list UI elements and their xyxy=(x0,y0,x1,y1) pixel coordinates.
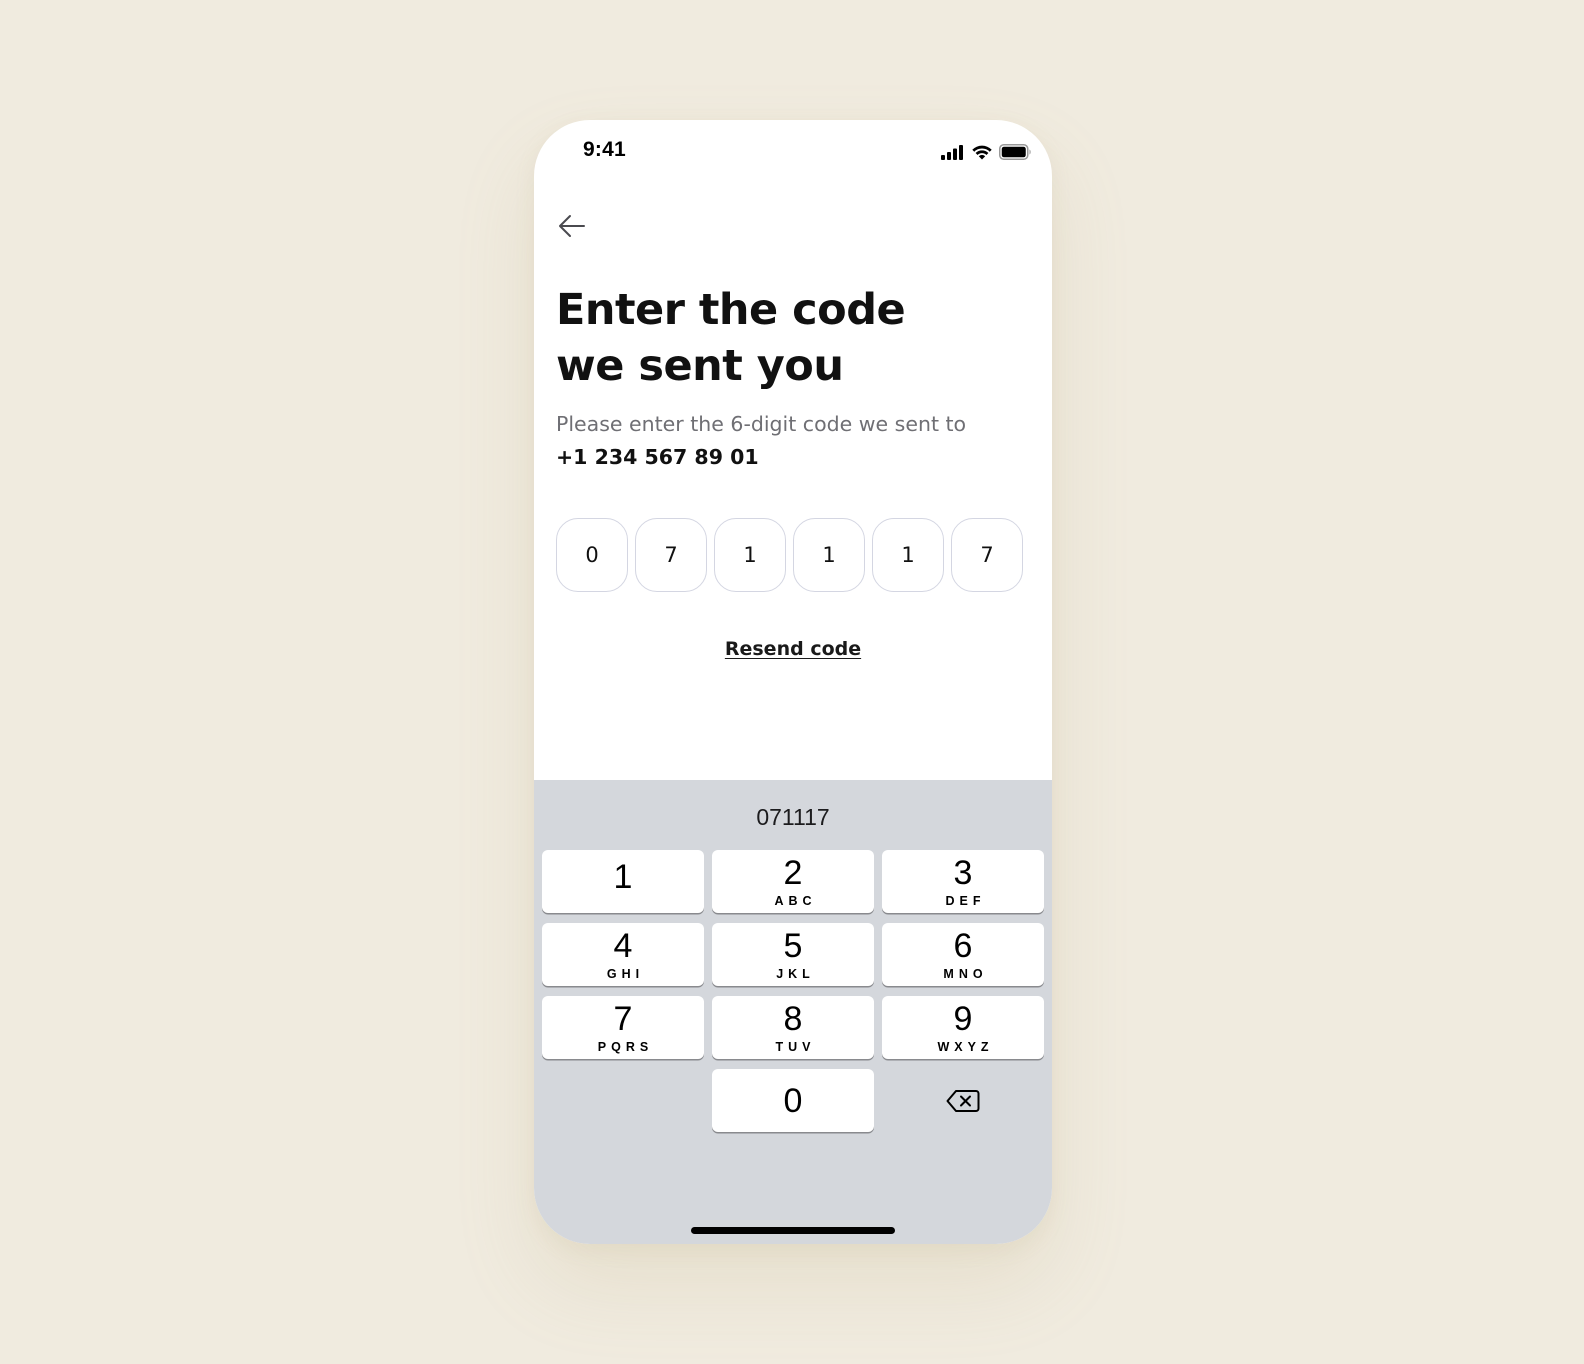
phone-number: +1 234 567 89 01 xyxy=(556,445,759,469)
key-4[interactable]: 4 GHI xyxy=(542,923,704,986)
status-time: 9:41 xyxy=(583,138,626,161)
delete-key[interactable] xyxy=(882,1069,1044,1132)
otp-digit-2[interactable]: 7 xyxy=(635,518,707,592)
arrow-left-icon xyxy=(559,215,585,237)
key-digit: 5 xyxy=(783,926,803,965)
key-digit: 8 xyxy=(783,999,803,1038)
page-title: Enter the code we sent you xyxy=(556,282,1016,394)
key-letters: MNO xyxy=(943,966,988,981)
numeric-keypad: 071117 1 2 ABC 3 DEF 4 GHI 5 JKL 6 MNO 7 xyxy=(534,780,1052,1244)
otp-digit-1[interactable]: 0 xyxy=(556,518,628,592)
key-digit: 6 xyxy=(953,926,973,965)
key-3[interactable]: 3 DEF xyxy=(882,850,1044,913)
page-title-line-2: we sent you xyxy=(556,341,844,391)
key-digit: 3 xyxy=(953,853,973,892)
key-9[interactable]: 9 WXYZ xyxy=(882,996,1044,1059)
otp-digit-5[interactable]: 1 xyxy=(872,518,944,592)
key-letters: JKL xyxy=(776,966,815,981)
backspace-icon xyxy=(946,1089,980,1112)
otp-input-group: 0 7 1 1 1 7 xyxy=(556,518,1023,592)
key-digit: 9 xyxy=(953,999,973,1038)
autofill-suggestion[interactable]: 071117 xyxy=(534,804,1052,831)
key-digit: 7 xyxy=(613,999,633,1038)
key-7[interactable]: 7 PQRS xyxy=(542,996,704,1059)
key-letters: PQRS xyxy=(597,1039,654,1054)
key-0[interactable]: 0 xyxy=(712,1069,874,1132)
key-1[interactable]: 1 xyxy=(542,850,704,913)
key-digit: 4 xyxy=(613,926,633,965)
resend-code-link[interactable]: Resend code xyxy=(534,638,1052,660)
key-2[interactable]: 2 ABC xyxy=(712,850,874,913)
key-letters: ABC xyxy=(774,893,817,908)
key-6[interactable]: 6 MNO xyxy=(882,923,1044,986)
page-title-line-1: Enter the code xyxy=(556,285,906,335)
key-digit: 0 xyxy=(783,1081,803,1120)
battery-icon xyxy=(999,144,1031,160)
otp-digit-4[interactable]: 1 xyxy=(793,518,865,592)
key-letters: WXYZ xyxy=(937,1039,994,1054)
key-digit: 1 xyxy=(613,857,633,896)
signal-icon xyxy=(941,145,963,160)
back-button[interactable] xyxy=(552,206,592,246)
key-letters: GHI xyxy=(606,966,645,981)
otp-digit-6[interactable]: 7 xyxy=(951,518,1023,592)
key-digit: 2 xyxy=(783,853,803,892)
phone-frame: 9:41 Enter the code we sent you Please e… xyxy=(534,120,1052,1244)
status-icons xyxy=(941,142,1032,162)
status-bar: 9:41 xyxy=(534,120,1052,182)
key-letters: TUV xyxy=(775,1039,816,1054)
subtitle: Please enter the 6-digit code we sent to xyxy=(556,412,967,436)
otp-digit-3[interactable]: 1 xyxy=(714,518,786,592)
key-letters: DEF xyxy=(945,893,986,908)
key-5[interactable]: 5 JKL xyxy=(712,923,874,986)
home-indicator[interactable] xyxy=(691,1227,895,1234)
wifi-icon xyxy=(972,145,992,160)
key-8[interactable]: 8 TUV xyxy=(712,996,874,1059)
